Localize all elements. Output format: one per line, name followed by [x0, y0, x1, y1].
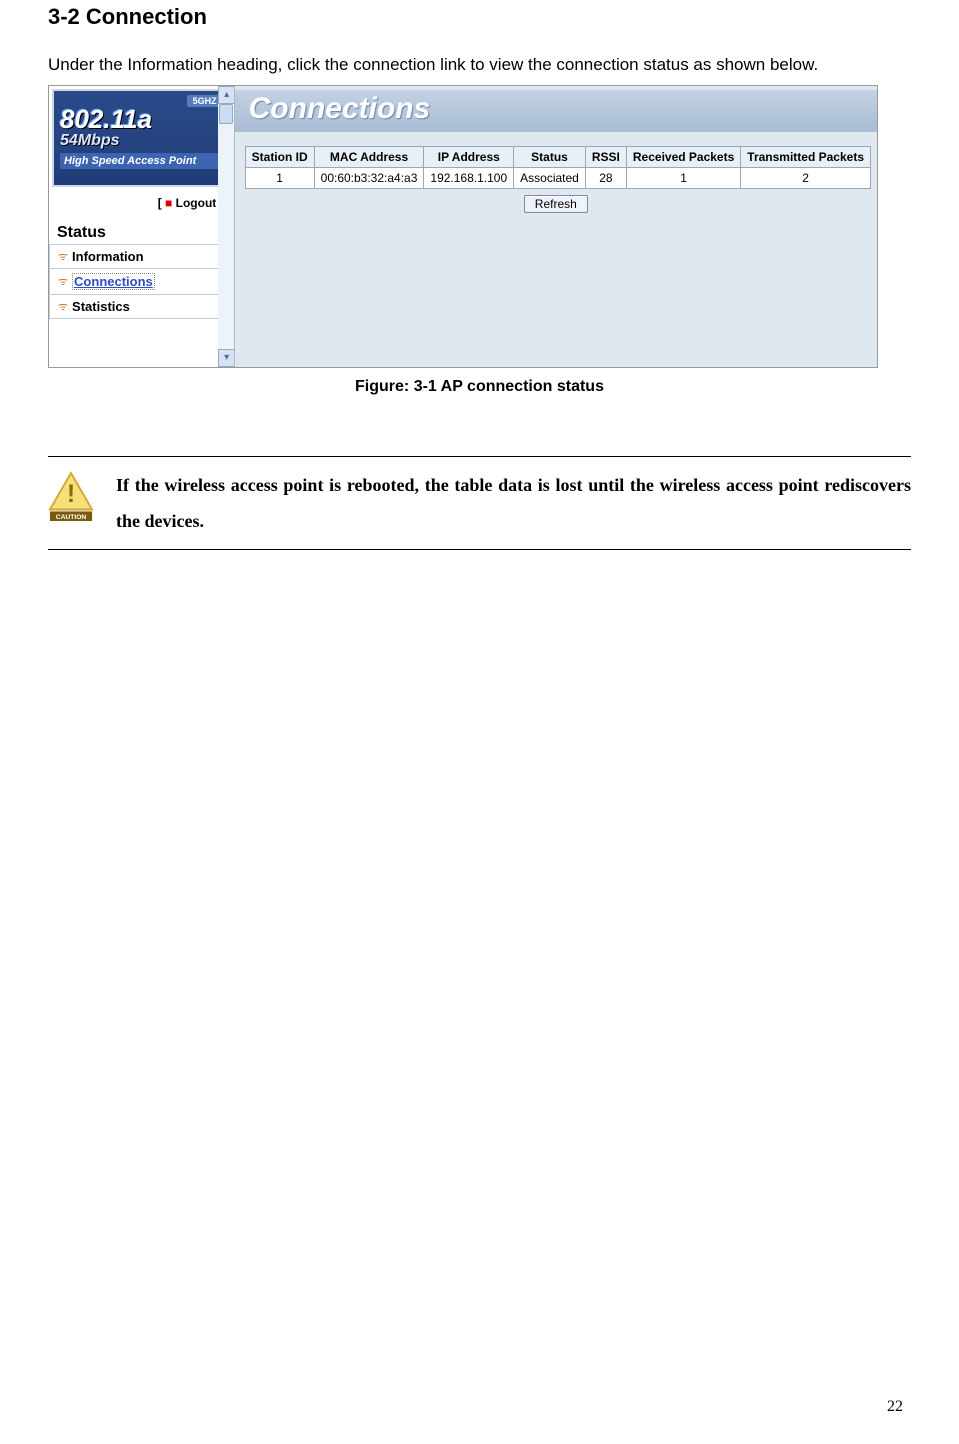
col-rx: Received Packets: [626, 146, 740, 167]
wifi-icon: ᯤ: [58, 299, 68, 314]
logout-row: [ ■ Logout ]: [49, 190, 234, 220]
cell-status: Associated: [514, 167, 586, 188]
sidebar-item-label: Statistics: [72, 299, 130, 314]
status-header: Status: [49, 220, 234, 245]
section-heading: 3-2 Connection: [48, 0, 911, 30]
caution-icon: ! CAUTION: [48, 471, 94, 530]
wifi-icon: ᯤ: [58, 249, 68, 264]
col-status: Status: [514, 146, 586, 167]
figure-caption: Figure: 3-1 AP connection status: [48, 378, 911, 396]
brand-line2: 54Mbps: [60, 132, 229, 150]
refresh-button[interactable]: Refresh: [524, 195, 588, 213]
cell-ip: 192.168.1.100: [424, 167, 514, 188]
sidebar-item-statistics[interactable]: ᯤ Statistics: [49, 295, 234, 319]
scroll-track[interactable]: [218, 104, 234, 349]
screenshot-main-pane: Connections Station ID MAC Address IP Ad…: [235, 86, 877, 367]
page-number: 22: [887, 1398, 903, 1416]
sidebar-scrollbar[interactable]: ▴ ▾: [218, 86, 234, 367]
scroll-up-icon[interactable]: ▴: [218, 86, 234, 104]
col-station-id: Station ID: [245, 146, 314, 167]
caution-block: ! CAUTION If the wireless access point i…: [48, 456, 911, 550]
screenshot-sidebar: 5GHZ 802.11a 54Mbps High Speed Access Po…: [49, 86, 235, 367]
col-ip: IP Address: [424, 146, 514, 167]
col-rssi: RSSI: [585, 146, 626, 167]
intro-paragraph: Under the Information heading, click the…: [48, 47, 911, 83]
brand-line1: 802.11a: [60, 106, 229, 132]
col-mac: MAC Address: [314, 146, 424, 167]
caution-text: If the wireless access point is rebooted…: [116, 467, 911, 539]
brand-line3: High Speed Access Point: [60, 153, 229, 169]
cell-rssi: 28: [585, 167, 626, 188]
logout-link[interactable]: Logout: [176, 196, 217, 210]
screenshot-figure: 5GHZ 802.11a 54Mbps High Speed Access Po…: [48, 85, 878, 368]
sidebar-item-label: Connections: [72, 273, 155, 290]
scroll-thumb[interactable]: [219, 104, 233, 124]
cell-tx: 2: [741, 167, 871, 188]
wifi-icon: ᯤ: [58, 274, 68, 289]
cell-rx: 1: [626, 167, 740, 188]
cell-station-id: 1: [245, 167, 314, 188]
table-row: 1 00:60:b3:32:a4:a3 192.168.1.100 Associ…: [245, 167, 870, 188]
svg-text:!: !: [67, 480, 75, 508]
scroll-down-icon[interactable]: ▾: [218, 349, 234, 367]
sidebar-item-label: Information: [72, 249, 144, 264]
sidebar-item-connections[interactable]: ᯤ Connections: [49, 269, 234, 295]
caution-label: CAUTION: [56, 514, 87, 521]
connections-title: Connections: [235, 90, 877, 132]
sidebar-item-information[interactable]: ᯤ Information: [49, 245, 234, 269]
col-tx: Transmitted Packets: [741, 146, 871, 167]
logout-indicator-icon: ■: [165, 196, 172, 210]
cell-mac: 00:60:b3:32:a4:a3: [314, 167, 424, 188]
table-header-row: Station ID MAC Address IP Address Status…: [245, 146, 870, 167]
brand-banner: 5GHZ 802.11a 54Mbps High Speed Access Po…: [52, 89, 231, 187]
connections-table: Station ID MAC Address IP Address Status…: [245, 146, 871, 189]
